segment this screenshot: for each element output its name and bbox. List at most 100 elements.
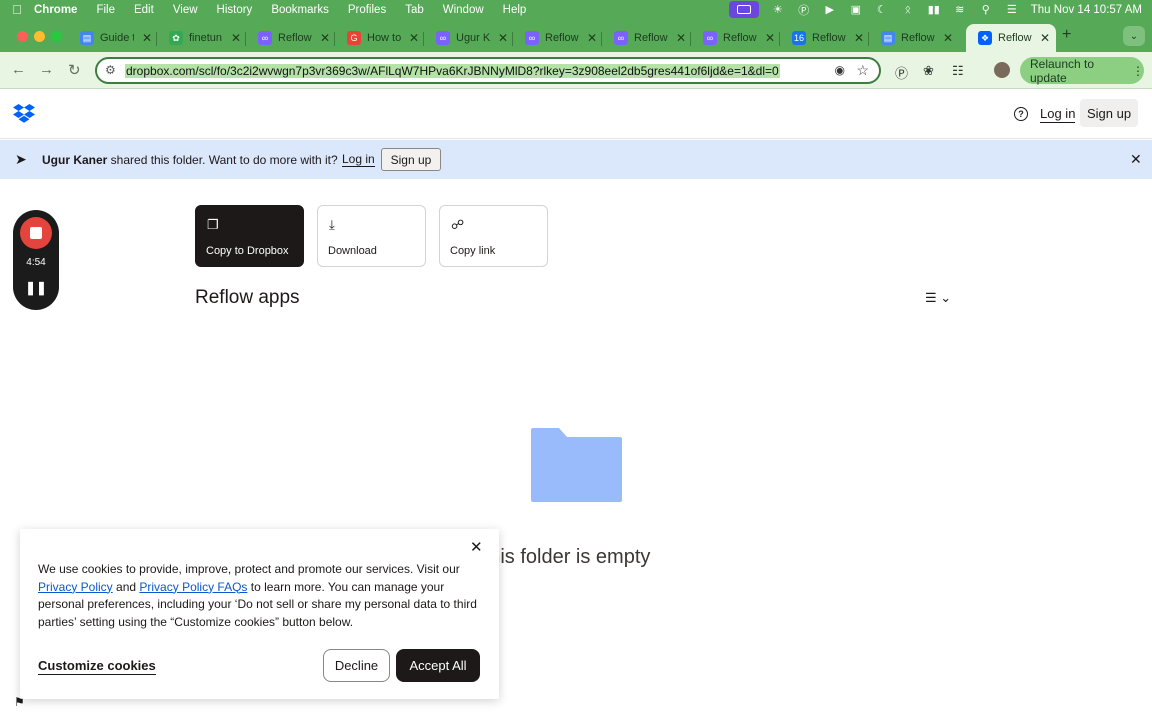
pause-icon[interactable]: ❚❚	[13, 280, 59, 296]
menu-app-name[interactable]: Chrome	[34, 4, 77, 16]
customize-cookies-link[interactable]: Customize cookies	[38, 658, 156, 675]
google-lens-icon[interactable]: ◉	[835, 63, 845, 77]
tab-title: Reflow	[812, 32, 846, 44]
forward-arrow-icon[interactable]: →	[39, 61, 54, 78]
close-tab-icon[interactable]: ✕	[142, 31, 152, 45]
menu-clock[interactable]: Thu Nov 14 10:57 AM	[1031, 4, 1142, 16]
back-arrow-icon[interactable]: ←	[11, 61, 26, 78]
close-window-button[interactable]	[17, 31, 28, 42]
reflow-icon: ∞	[436, 31, 450, 45]
tab-strip: ▤ Guide t ✕ ✿ finetun ✕ ∞ Reflow ✕ G How…	[0, 19, 1152, 52]
menu-bookmarks[interactable]: Bookmarks	[271, 4, 329, 16]
tab-active-dropbox[interactable]: ❖ Reflow ✕	[966, 24, 1056, 52]
bluetooth-icon[interactable]: ᛟ	[901, 4, 915, 16]
dropbox-header: ? Log in Sign up	[0, 89, 1152, 139]
dropbox-logo-icon[interactable]	[13, 104, 35, 124]
site-settings-icon[interactable]: ⚙	[105, 63, 116, 77]
close-tab-icon[interactable]: ✕	[676, 31, 686, 45]
menu-profiles[interactable]: Profiles	[348, 4, 386, 16]
minimize-window-button[interactable]	[34, 31, 45, 42]
docs-icon: ▤	[881, 31, 895, 45]
tab-10[interactable]: ▤ Reflow ✕	[869, 24, 958, 52]
menu-view[interactable]: View	[173, 4, 198, 16]
decline-button[interactable]: Decline	[323, 649, 390, 682]
display-icon[interactable]: ▣	[849, 4, 863, 16]
search-icon[interactable]: ⚲	[979, 4, 993, 16]
zoom-window-button[interactable]	[51, 31, 62, 42]
menu-edit[interactable]: Edit	[134, 4, 154, 16]
focus-moon-icon[interactable]: ☾	[875, 4, 889, 16]
tab-1[interactable]: ▤ Guide t ✕	[68, 24, 157, 52]
play-icon[interactable]: ▶	[823, 4, 837, 16]
url-text[interactable]: dropbox.com/scl/fo/3c2i2wvwgn7p3vr369c3w…	[125, 64, 780, 78]
tab-title: Reflow	[278, 32, 312, 44]
close-tab-icon[interactable]: ✕	[854, 31, 864, 45]
tab-5[interactable]: ∞ Ugur K ✕	[424, 24, 513, 52]
dropbox-icon: ❖	[978, 31, 992, 45]
feedback-flag-icon[interactable]: ⚑	[14, 695, 25, 709]
banner-signup-button[interactable]: Sign up	[381, 148, 441, 171]
tab-title: Reflow	[723, 32, 757, 44]
apple-icon[interactable]: 	[0, 2, 34, 17]
help-icon[interactable]: ?	[1014, 107, 1028, 121]
privacy-policy-link[interactable]: Privacy Policy	[38, 580, 113, 594]
tab-7[interactable]: ∞ Reflow ✕	[602, 24, 691, 52]
reload-icon[interactable]: ↻	[68, 61, 81, 79]
copy-link-button[interactable]: ☍ Copy link	[439, 205, 548, 267]
close-tab-icon[interactable]: ✕	[587, 31, 597, 45]
tab-title: How to	[367, 32, 401, 44]
profile-avatar[interactable]	[994, 62, 1010, 78]
banner-close-icon[interactable]: ✕	[1130, 151, 1142, 168]
menu-window[interactable]: Window	[443, 4, 484, 16]
tab-2[interactable]: ✿ finetun ✕	[157, 24, 246, 52]
stop-recording-button[interactable]	[20, 217, 52, 249]
tab-8[interactable]: ∞ Reflow ✕	[691, 24, 780, 52]
download-button[interactable]: ⤓ Download	[317, 205, 426, 267]
tab-3[interactable]: ∞ Reflow ✕	[246, 24, 335, 52]
rocket-icon: ➤	[15, 151, 27, 167]
battery-icon[interactable]: ▮▮	[927, 4, 941, 16]
cookie-close-icon[interactable]: ✕	[470, 538, 483, 556]
privacy-faq-link[interactable]: Privacy Policy FAQs	[139, 580, 247, 594]
relaunch-button[interactable]: Relaunch to update ⋮	[1020, 57, 1144, 85]
close-tab-icon[interactable]: ✕	[1040, 31, 1050, 45]
header-login-link[interactable]: Log in	[1040, 106, 1076, 123]
new-tab-icon[interactable]: +	[1062, 26, 1071, 44]
brightness-icon[interactable]: ☀	[771, 4, 785, 16]
menu-file[interactable]: File	[96, 4, 115, 16]
tab-search-chevron-icon[interactable]: ⌄	[1123, 26, 1145, 46]
menu-help[interactable]: Help	[503, 4, 527, 16]
wifi-icon[interactable]: ≋	[953, 4, 967, 16]
empty-folder-icon	[531, 428, 622, 502]
menu-tab[interactable]: Tab	[405, 4, 424, 16]
folder-title: Reflow apps	[195, 287, 300, 308]
close-tab-icon[interactable]: ✕	[320, 31, 330, 45]
close-tab-icon[interactable]: ✕	[498, 31, 508, 45]
tab-title: Reflow	[998, 32, 1032, 44]
banner-login-link[interactable]: Log in	[342, 152, 375, 167]
list-view-toggle[interactable]: ☰ ⌄	[925, 290, 951, 306]
extension-colorful-icon[interactable]: ❀	[923, 63, 934, 79]
close-tab-icon[interactable]: ✕	[765, 31, 775, 45]
close-tab-icon[interactable]: ✕	[409, 31, 419, 45]
download-label: Download	[328, 245, 377, 257]
extensions-puzzle-icon[interactable]: ☷	[952, 63, 964, 79]
accept-all-button[interactable]: Accept All	[396, 649, 480, 682]
screen-record-icon[interactable]	[728, 1, 759, 18]
recording-timer: 4:54	[26, 257, 46, 268]
tab-9[interactable]: 16 Reflow ✕	[780, 24, 869, 52]
copy-to-dropbox-button[interactable]: ❐ Copy to Dropbox	[195, 205, 304, 267]
close-tab-icon[interactable]: ✕	[231, 31, 241, 45]
bookmark-star-icon[interactable]: ☆	[856, 62, 869, 79]
menu-history[interactable]: History	[217, 4, 253, 16]
header-signup-button[interactable]: Sign up	[1080, 99, 1138, 127]
link-icon: ☍	[451, 217, 465, 232]
onepassword-icon[interactable]: Ⓟ	[895, 63, 908, 82]
reflow-icon: ∞	[614, 31, 628, 45]
tab-4[interactable]: G How to ✕	[335, 24, 424, 52]
tab-6[interactable]: ∞ Reflow ✕	[513, 24, 602, 52]
address-bar[interactable]: ⚙ dropbox.com/scl/fo/3c2i2wvwgn7p3vr369c…	[95, 57, 881, 84]
password-manager-icon[interactable]: Ⓟ	[797, 4, 811, 17]
close-tab-icon[interactable]: ✕	[943, 31, 953, 45]
control-center-icon[interactable]: ☰	[1005, 4, 1019, 16]
